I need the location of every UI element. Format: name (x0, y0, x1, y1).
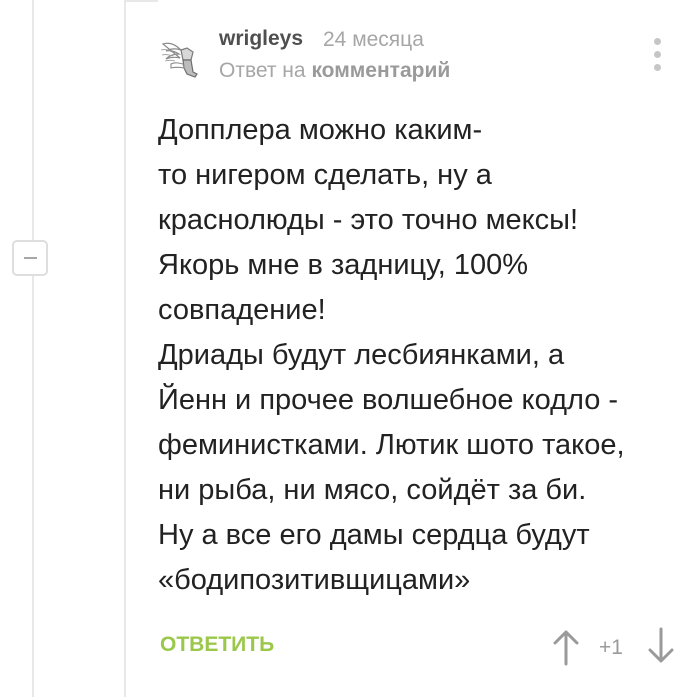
comment-text-line: Йенн и прочее волшебное кодло - (158, 384, 619, 416)
comment-text-line: то нигером сделать, ну а (158, 159, 492, 191)
winged-hand-avatar-icon (160, 42, 198, 78)
author-name[interactable]: wrigleys (219, 27, 303, 51)
comment-connector-line (124, 0, 158, 2)
thread-line-outer (32, 0, 34, 697)
avatar[interactable] (157, 30, 207, 80)
minus-icon (24, 257, 37, 259)
comment-text-line: «бодипозитивщицами» (158, 564, 471, 596)
reply-to-prefix: Ответ на (219, 59, 306, 82)
collapse-thread-button[interactable] (12, 240, 48, 276)
thread-line-inner (124, 0, 126, 697)
reply-to-line: Ответ на комментарий (219, 59, 450, 83)
comment-text-line: Якорь мне в задницу, 100% (158, 249, 529, 281)
comment-text-line: краснолюды - это точно мексы! (158, 204, 579, 236)
parent-comment-link[interactable]: комментарий (311, 59, 450, 82)
arrow-down-icon (648, 627, 674, 663)
vote-down-button[interactable] (646, 627, 676, 665)
comment-text-line: Дриады будут лесбиянками, а (158, 339, 565, 371)
comment-text-line: феминистками. Лютик шото такое, (158, 429, 625, 461)
comment-body: Допплера можно каким- то нигером сделать… (158, 108, 688, 603)
comment-text-line: совпадение! (158, 294, 326, 326)
more-menu-button[interactable] (648, 38, 668, 72)
comment-timestamp: 24 месяца (323, 28, 424, 51)
rating-count: +1 (599, 636, 623, 659)
comment-text-line: Ну а все его дамы сердца будут (158, 519, 590, 551)
arrow-up-icon (553, 630, 579, 666)
reply-button[interactable]: ОТВЕТИТЬ (160, 633, 274, 657)
comment-text-line: Допплера можно каким- (158, 114, 483, 146)
vote-up-button[interactable] (551, 628, 581, 666)
comment-text-line: ни рыба, ни мясо, сойдёт за би. (158, 474, 587, 506)
